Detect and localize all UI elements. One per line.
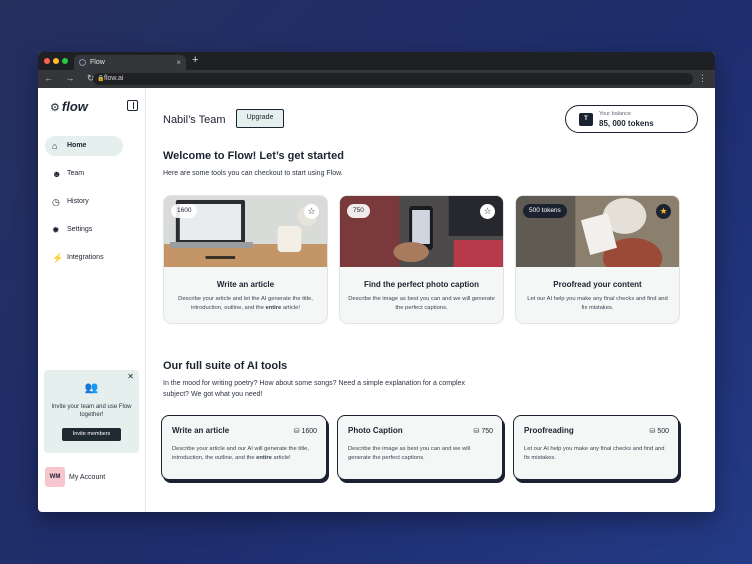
token-icon: T xyxy=(579,113,593,126)
browser-window: Flow × + ← → ↻ 🔒 flow.ai ⋮ ⚙ flow ⌂ Home ☻… xyxy=(38,52,715,512)
tool-card-proofread[interactable]: 500 tokens ★ Proofread your content Let … xyxy=(515,195,680,324)
token-badge: 500 tokens xyxy=(523,204,567,218)
suite-title: Our full suite of AI tools xyxy=(163,360,288,372)
balance-label: Your balance xyxy=(599,111,631,117)
card-description: Let our AI help you make any final check… xyxy=(527,296,668,311)
tool-tokens-value: 1600 xyxy=(301,428,317,435)
logo-icon: ⚙ xyxy=(50,102,60,114)
card-title: Find the perfect photo caption xyxy=(363,280,480,289)
tool-title: Photo Caption xyxy=(348,426,403,435)
sidebar-nav: ⌂ Home ☻ Team ◷ History ✹ Settings ⚡ Integrat… xyxy=(45,136,123,276)
tool-tokens-value: 500 xyxy=(657,428,669,435)
avatar: WM xyxy=(45,467,65,487)
browser-tabbar: Flow × + xyxy=(38,52,715,70)
close-window-button[interactable] xyxy=(44,58,50,64)
sidebar-item-label: Team xyxy=(67,170,85,177)
team-name: Nabil’s Team xyxy=(163,114,226,126)
suite-subtitle: In the mood for writing poetry? How abou… xyxy=(163,380,465,398)
tool-tokens-value: 750 xyxy=(481,428,493,435)
sidebar-item-history[interactable]: ◷ History xyxy=(45,192,123,212)
star-icon[interactable]: ☆ xyxy=(304,204,319,219)
tool-card-caption[interactable]: 750 ☆ Find the perfect photo caption Des… xyxy=(339,195,504,324)
team-icon: ☻ xyxy=(52,169,62,179)
upgrade-button[interactable]: Upgrade xyxy=(236,109,284,128)
browser-toolbar: ← → ↻ 🔒 flow.ai ⋮ xyxy=(38,70,715,88)
tool-title: Write an article xyxy=(172,426,230,435)
balance-pill[interactable]: T Your balance 85, 000 tokens xyxy=(565,105,698,133)
tool-description: Describe your article and our AI will ge… xyxy=(172,446,309,461)
tool-tile-article[interactable]: Write an article ⛁ 1600 Describe your ar… xyxy=(161,415,327,480)
history-icon: ◷ xyxy=(52,197,60,207)
sidebar-item-label: Home xyxy=(67,142,87,149)
url-text: flow.ai xyxy=(104,75,124,82)
new-tab-icon[interactable]: + xyxy=(192,54,198,66)
bolt-icon: ⚡ xyxy=(52,253,64,263)
token-badge: 1600 xyxy=(171,204,198,218)
tool-tokens: ⛁ 750 xyxy=(474,427,494,435)
welcome-title: Welcome to Flow! Let’s get started xyxy=(163,150,344,162)
tool-tokens: ⛁ 1600 xyxy=(294,427,317,435)
tool-tile-caption[interactable]: Photo Caption ⛁ 750 Describe the image a… xyxy=(337,415,503,480)
lock-icon: 🔒 xyxy=(97,76,105,82)
browser-menu-icon[interactable]: ⋮ xyxy=(698,73,707,84)
sidebar-item-home[interactable]: ⌂ Home xyxy=(45,136,123,156)
tool-description: Let our AI help you make any final check… xyxy=(524,446,665,461)
card-title: Proofread your content xyxy=(553,280,642,289)
logo-text: flow xyxy=(61,99,88,114)
people-icon: 👥 xyxy=(84,382,99,394)
collapse-sidebar-icon[interactable] xyxy=(127,100,138,111)
favicon-icon xyxy=(79,59,86,66)
balance-value: 85, 000 tokens xyxy=(599,119,654,128)
tool-card-article[interactable]: 1600 ☆ Write an article Describe your ar… xyxy=(163,195,328,324)
sidebar-item-label: Settings xyxy=(67,226,93,233)
home-icon: ⌂ xyxy=(52,141,58,151)
flow-logo[interactable]: ⚙ flow xyxy=(50,99,88,114)
tool-title: Proofreading xyxy=(524,426,574,435)
invite-card: ✕ 👥 Invite your team and use Flow togeth… xyxy=(44,370,139,453)
app: ⚙ flow ⌂ Home ☻ Team ◷ History ✹ Settings ⚡ In… xyxy=(38,88,715,512)
account-label: My Account xyxy=(69,473,106,481)
tool-tile-proofreading[interactable]: Proofreading ⛁ 500 Let our AI help you m… xyxy=(513,415,679,480)
star-icon[interactable]: ☆ xyxy=(480,204,495,219)
welcome-subtitle: Here are some tools you can checkout to … xyxy=(163,170,343,177)
gear-icon: ✹ xyxy=(52,225,60,235)
browser-tab[interactable]: Flow × xyxy=(74,55,186,70)
close-icon[interactable]: ✕ xyxy=(127,372,134,381)
tool-tokens: ⛁ 500 xyxy=(650,427,670,435)
maximize-window-button[interactable] xyxy=(62,58,68,64)
address-bar[interactable]: 🔒 flow.ai xyxy=(93,73,693,85)
sidebar: ⚙ flow ⌂ Home ☻ Team ◷ History ✹ Settings ⚡ In… xyxy=(38,88,146,512)
card-title: Write an article xyxy=(216,280,275,289)
my-account[interactable]: WM My Account xyxy=(45,467,105,487)
sidebar-item-label: History xyxy=(67,198,89,205)
minimize-window-button[interactable] xyxy=(53,58,59,64)
tool-description: Describe the image as best you can and w… xyxy=(348,446,471,461)
sidebar-item-team[interactable]: ☻ Team xyxy=(45,164,123,184)
invite-text: Invite your team and use Flow together! xyxy=(51,404,132,418)
main-content: Nabil’s Team Upgrade T Your balance 85, … xyxy=(147,88,715,512)
card-description: Describe your article and let the AI gen… xyxy=(178,296,313,311)
sidebar-item-label: Integrations xyxy=(67,254,104,261)
sidebar-item-integrations[interactable]: ⚡ Integrations xyxy=(45,248,123,268)
invite-members-button[interactable]: Invite members xyxy=(62,428,121,441)
sidebar-item-settings[interactable]: ✹ Settings xyxy=(45,220,123,240)
card-description: Describe the image as best you can and w… xyxy=(348,296,495,311)
tab-close-icon[interactable]: × xyxy=(176,55,181,70)
tab-title: Flow xyxy=(90,59,105,66)
nav-buttons-icon[interactable]: ← → ↻ xyxy=(44,73,100,84)
token-badge: 750 xyxy=(347,204,370,218)
star-filled-icon[interactable]: ★ xyxy=(656,204,671,219)
